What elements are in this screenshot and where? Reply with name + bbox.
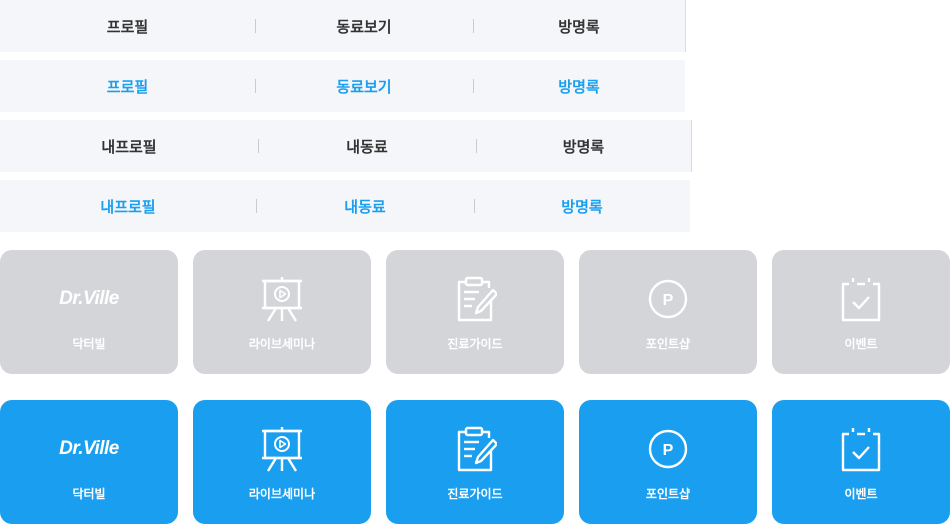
tile-drville[interactable]: Dr.Ville 닥터빌	[0, 250, 178, 374]
tile-clinical-guide[interactable]: 진료가이드	[386, 250, 564, 374]
tile-label: 포인트샵	[645, 337, 691, 351]
calendar-check-icon	[772, 274, 950, 324]
presentation-play-icon	[193, 274, 371, 324]
tile-point-shop[interactable]: P 포인트샵	[579, 250, 757, 374]
tab-guestbook[interactable]: 방명록	[474, 196, 690, 217]
tile-clinical-guide[interactable]: 진료가이드	[386, 400, 564, 524]
svg-text:P: P	[663, 442, 674, 459]
tab-colleagues[interactable]: 동료보기	[255, 16, 473, 37]
clipboard-pen-icon	[386, 424, 564, 474]
tab-profile[interactable]: 프로필	[0, 16, 255, 37]
drville-logo: Dr.Ville	[59, 288, 119, 309]
tile-event[interactable]: 이벤트	[772, 250, 950, 374]
drville-logo: Dr.Ville	[59, 438, 119, 459]
tile-label: 진료가이드	[447, 487, 503, 501]
svg-text:P: P	[663, 292, 674, 309]
tile-event[interactable]: 이벤트	[772, 400, 950, 524]
tab-my-colleagues[interactable]: 내동료	[258, 136, 476, 157]
tab-guestbook[interactable]: 방명록	[473, 16, 685, 37]
calendar-check-icon	[772, 424, 950, 474]
tile-label: 포인트샵	[645, 487, 691, 501]
tile-label: 라이브세미나	[248, 337, 316, 351]
tab-profile[interactable]: 프로필	[0, 76, 255, 97]
presentation-play-icon	[193, 424, 371, 474]
tile-live-seminar[interactable]: 라이브세미나	[193, 250, 371, 374]
tab-colleagues[interactable]: 동료보기	[255, 76, 473, 97]
tab-bar-my-default: 내프로필 내동료 방명록	[0, 120, 692, 172]
tile-point-shop[interactable]: P 포인트샵	[579, 400, 757, 524]
tab-guestbook[interactable]: 방명록	[473, 76, 685, 97]
tab-bar-my-active: 내프로필 내동료 방명록	[0, 180, 690, 232]
clipboard-pen-icon	[386, 274, 564, 324]
tile-label: 라이브세미나	[248, 487, 316, 501]
tile-label: 진료가이드	[447, 337, 503, 351]
tab-my-profile[interactable]: 내프로필	[0, 136, 258, 157]
tile-label: 이벤트	[844, 337, 878, 351]
tile-label: 이벤트	[844, 487, 878, 501]
tab-guestbook[interactable]: 방명록	[476, 136, 691, 157]
tile-label: 닥터빌	[72, 487, 106, 501]
point-coin-icon: P	[579, 274, 757, 324]
tab-my-colleagues[interactable]: 내동료	[256, 196, 474, 217]
tile-live-seminar[interactable]: 라이브세미나	[193, 400, 371, 524]
tile-label: 닥터빌	[72, 337, 106, 351]
tile-drville[interactable]: Dr.Ville 닥터빌	[0, 400, 178, 524]
tab-bar-profile-active: 프로필 동료보기 방명록	[0, 60, 685, 112]
point-coin-icon: P	[579, 424, 757, 474]
tab-my-profile[interactable]: 내프로필	[0, 196, 256, 217]
tab-bar-profile-default: 프로필 동료보기 방명록	[0, 0, 686, 52]
